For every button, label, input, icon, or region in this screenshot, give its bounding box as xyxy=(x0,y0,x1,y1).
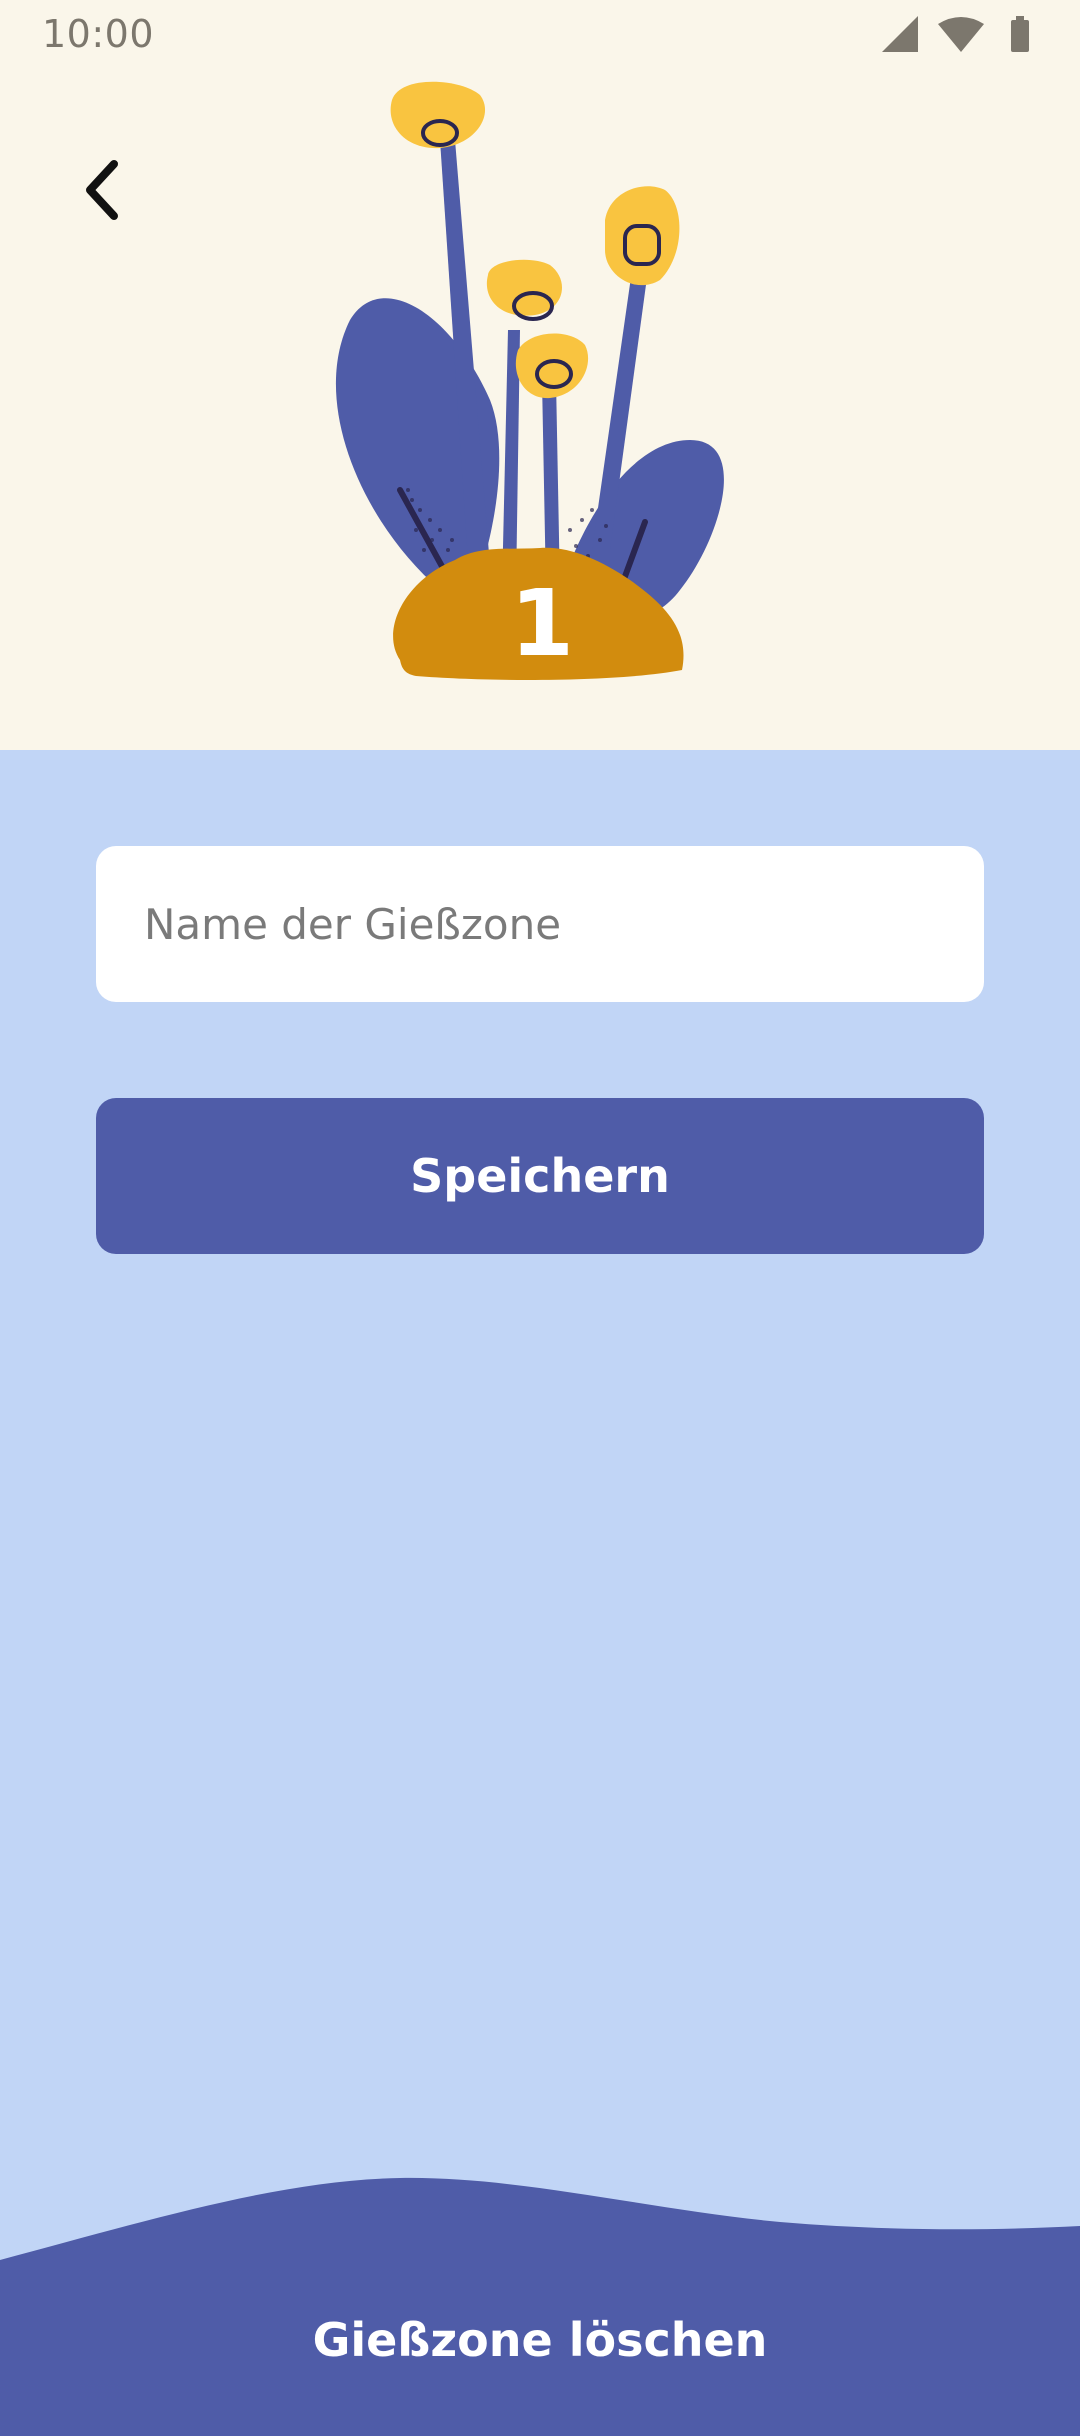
plant-illustration: 1 xyxy=(335,81,724,680)
name-field-container xyxy=(96,846,984,1002)
wifi-icon xyxy=(938,17,984,52)
zone-name-input[interactable] xyxy=(96,846,984,1002)
screen: 10:00 1 Name der Gießzone Speichern Gieß… xyxy=(0,0,1080,2436)
save-button-label: Speichern xyxy=(410,1149,670,1203)
delete-zone-button[interactable]: Gießzone löschen xyxy=(0,2270,1080,2410)
header: 10:00 1 xyxy=(0,0,1080,750)
chevron-left-icon xyxy=(86,160,118,220)
delete-zone-label: Gießzone löschen xyxy=(312,2313,768,2367)
status-bar: 10:00 xyxy=(0,0,1080,72)
status-time: 10:00 xyxy=(42,12,155,56)
flower-1 xyxy=(390,81,486,149)
flower-4 xyxy=(605,186,680,286)
battery-icon xyxy=(1011,16,1029,52)
flower-3 xyxy=(515,333,589,399)
zone-number: 1 xyxy=(510,570,574,677)
cellular-signal-icon xyxy=(882,16,918,52)
flower-2 xyxy=(486,259,562,321)
back-button[interactable] xyxy=(62,150,142,230)
save-button[interactable]: Speichern xyxy=(96,1098,984,1254)
